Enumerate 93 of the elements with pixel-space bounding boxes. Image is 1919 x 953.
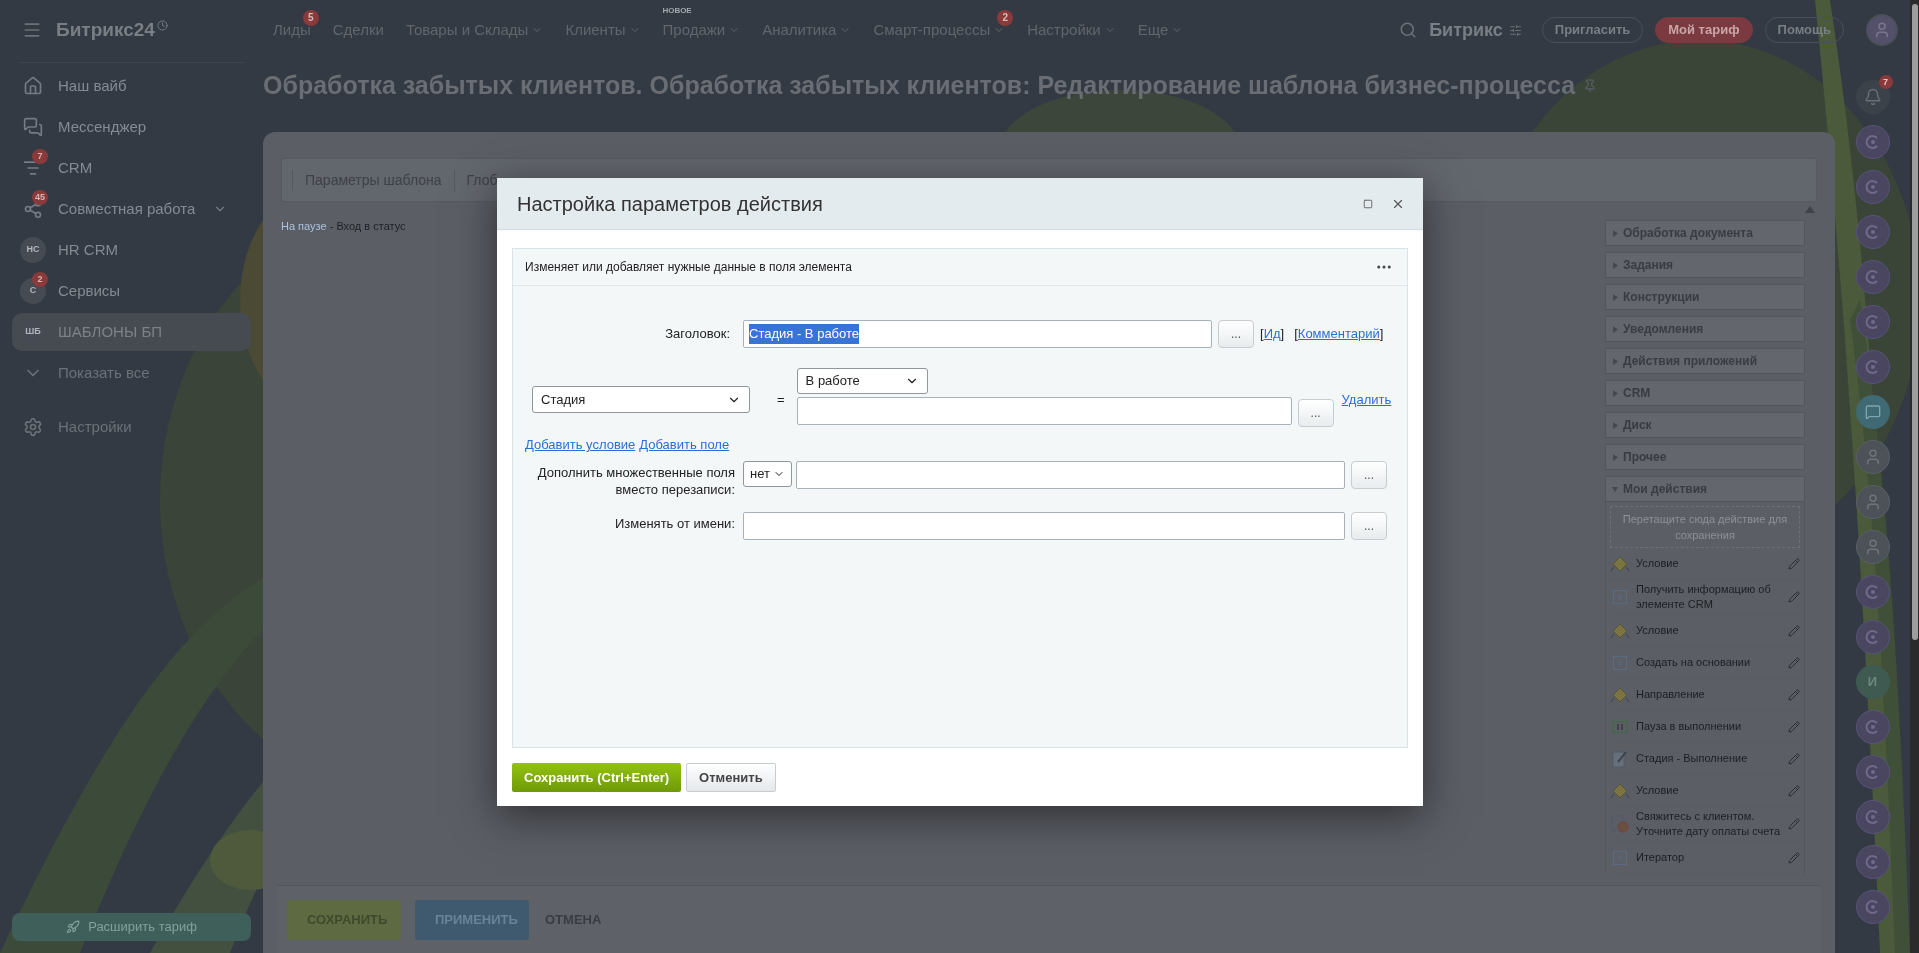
text-field[interactable] [743,511,1345,540]
bracket: [ [1260,325,1264,344]
status-link[interactable]: На паузе [281,220,327,232]
logo[interactable]: Битрикс24 [56,15,155,45]
sidebar-item[interactable]: Мессенджер [12,108,251,146]
dialog-button[interactable]: Сохранить (Ctrl+Enter) [512,763,682,792]
chat-icon [23,117,43,137]
diamond-icon [1610,686,1630,703]
bracket: [ [1294,325,1298,344]
scrollbar[interactable] [1910,0,1919,953]
action-item[interactable]: Стадия - Выполнение [1610,743,1800,775]
sidebar-item[interactable]: HC HR CRM [12,231,251,269]
delete-link[interactable]: Удалить [1341,390,1392,410]
pencil-icon[interactable] [1788,557,1800,570]
gear-icon [23,417,43,437]
square-icon [1613,850,1627,865]
diamond-icon [1610,555,1630,572]
sidebar-item[interactable]: 7 CRM [12,149,251,187]
caret-icon [1612,453,1618,461]
show-all-toggle[interactable]: Показать все [12,354,251,392]
caret-icon [1612,485,1618,493]
document-edit-icon [1612,749,1628,768]
sidebar-item[interactable]: C 2 Сервисы [12,272,251,310]
pencil-icon[interactable] [1788,656,1800,669]
field-label: Дополнить множественные поля вместо перезаписи: [536,463,736,498]
caret-icon [1612,357,1618,365]
picker-button[interactable]: ... [1351,460,1387,489]
action-description: Изменяет или добавляет нужные данные в поля элемента [525,259,852,276]
square-icon [1613,655,1627,670]
caret-icon [1612,389,1618,397]
dialog-button[interactable]: Отменить [686,763,776,792]
header-button[interactable]: Мой тариф [1655,17,1753,43]
document-alert-icon [1611,815,1629,833]
action-item[interactable]: Получить информацию об элементе CRM [1610,580,1800,615]
action-item[interactable]: Направление [1610,679,1800,711]
action-item[interactable]: Условие [1610,615,1800,647]
pencil-icon[interactable] [1788,851,1800,864]
diamond-icon [1610,622,1630,639]
pencil-icon[interactable] [1788,688,1800,701]
caret-icon [1612,229,1618,237]
picker-button[interactable]: ... [1351,511,1387,540]
menu-icon[interactable] [22,20,42,40]
add-link[interactable]: Добавить условие [525,435,636,455]
sliders-icon[interactable] [1508,23,1522,37]
pencil-icon[interactable] [1788,784,1800,797]
bracket: ] [1280,325,1285,344]
action-item[interactable]: Итератор [1610,842,1800,874]
value-select[interactable]: В работе [796,368,928,394]
pencil-icon[interactable] [1788,591,1800,603]
rocket-icon [66,920,81,934]
pin-icon[interactable] [1583,79,1598,93]
pencil-icon[interactable] [1788,720,1800,733]
value-field[interactable] [796,397,1292,425]
company-name[interactable]: Битрикс [1429,16,1503,44]
field-label: Заголовок: [664,325,731,344]
action-item[interactable]: Пауза в выполнении [1610,711,1800,743]
action-item[interactable]: Условие [1610,548,1800,580]
pencil-icon[interactable] [1788,752,1800,765]
add-link[interactable]: Добавить поле [639,435,730,455]
sidebar-item[interactable]: Наш вайб [12,67,251,105]
caret-icon [1612,421,1618,429]
action-item[interactable]: Создать на основании [1610,647,1800,679]
sidebar-item[interactable]: Настройки [12,408,251,446]
sidebar-item[interactable]: 45 Совместная работа [12,190,251,228]
dialog-title: Настройка параметров действия [517,191,823,217]
caret-icon [1612,261,1618,269]
action-item[interactable]: Условие [1610,775,1800,807]
pause-icon [1612,720,1628,733]
picker-button[interactable]: ... [1218,320,1254,348]
search-icon[interactable] [1399,21,1418,39]
clock-icon [156,19,168,31]
title-field[interactable]: Стадия - В работе [743,320,1212,348]
select-field[interactable]: нет [743,460,792,487]
bracket: ] [1379,325,1384,344]
field-select[interactable]: Стадия [532,386,750,413]
equals-sign: = [777,391,785,409]
new-tag: НОВОЕ [662,4,692,17]
upgrade-button[interactable]: Расширить тариф [12,913,251,941]
caret-icon [1612,293,1618,301]
scroll-up-icon[interactable] [1805,206,1815,213]
square-icon [1613,590,1627,604]
pencil-icon[interactable] [1788,624,1800,637]
picker-button[interactable]: ... [1297,399,1334,427]
field-label: Изменять от имени: [613,514,736,532]
caret-icon [1612,325,1618,333]
pencil-icon[interactable] [1788,818,1800,830]
status-text: - Вход в статус [329,220,406,232]
bell-icon [1863,88,1882,106]
text-field[interactable] [796,460,1345,489]
action-item[interactable]: Свяжитесь с клиентом. Уточните дату оплаты счета [1610,807,1800,842]
home-icon [23,76,43,96]
maximize-icon[interactable] [1363,198,1373,209]
diamond-icon [1610,782,1630,799]
